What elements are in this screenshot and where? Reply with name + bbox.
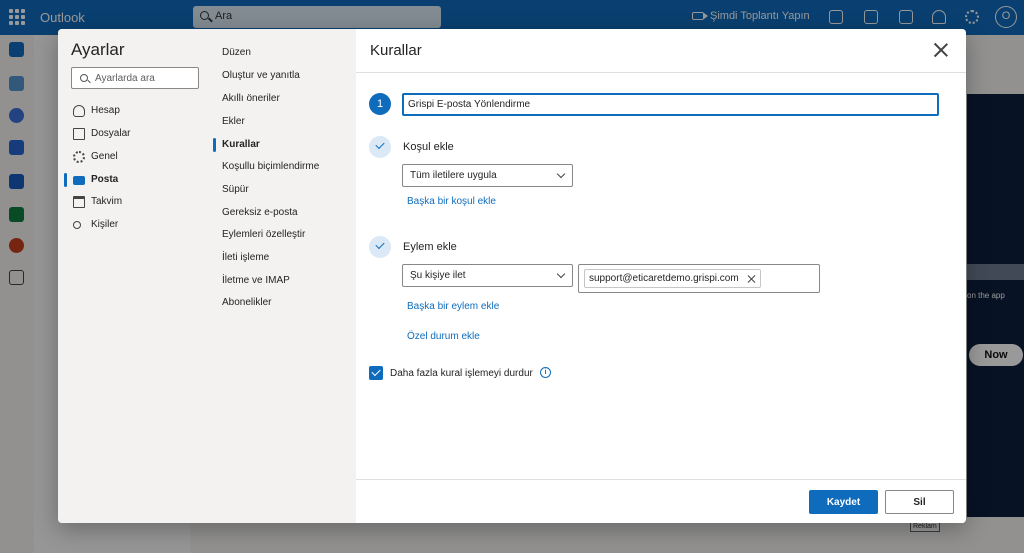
category-people[interactable]: Kişiler <box>58 215 208 235</box>
subcategory-sweep[interactable]: Süpür <box>222 184 249 198</box>
category-label: Takvim <box>91 196 123 207</box>
category-account[interactable]: Hesap <box>58 101 208 121</box>
action-step-check-icon <box>369 236 391 258</box>
settings-title: Ayarlar <box>71 40 125 59</box>
condition-title: Koşul ekle <box>403 141 454 153</box>
rules-title: Kurallar <box>370 42 422 59</box>
condition-selected-value: Tüm iletilere uygula <box>410 170 497 181</box>
recipient-chip: support@eticaretdemo.grispi.com <box>584 269 761 288</box>
person-icon <box>73 105 85 117</box>
category-calendar[interactable]: Takvim <box>58 192 208 212</box>
condition-dropdown[interactable]: Tüm iletilere uygula <box>402 164 573 187</box>
subcategory-message-handling[interactable]: İleti işleme <box>222 252 269 266</box>
people-icon <box>73 221 81 229</box>
subcategory-rules[interactable]: Kurallar <box>213 138 260 153</box>
action-selected-value: Şu kişiye ilet <box>410 270 466 281</box>
action-title: Eylem ekle <box>403 241 457 253</box>
stop-processing-checkbox[interactable] <box>369 366 383 380</box>
mail-icon <box>73 176 85 185</box>
settings-subcategories-pane: Düzen Oluştur ve yanıtla Akıllı öneriler… <box>208 29 356 523</box>
add-exception-link[interactable]: Özel durum ekle <box>407 331 480 342</box>
category-label: Dosyalar <box>91 128 131 139</box>
add-action-link[interactable]: Başka bir eylem ekle <box>407 301 499 312</box>
chevron-down-icon <box>556 269 566 279</box>
category-label: Posta <box>91 174 119 185</box>
add-condition-link[interactable]: Başka bir koşul ekle <box>407 196 496 207</box>
subcategory-subscriptions[interactable]: Abonelikler <box>222 297 271 311</box>
step-number-badge: 1 <box>369 93 391 115</box>
subcategory-attachments[interactable]: Ekler <box>222 116 245 130</box>
recipient-email: support@eticaretdemo.grispi.com <box>589 273 739 284</box>
category-general[interactable]: Genel <box>58 147 208 167</box>
condition-step-check-icon <box>369 136 391 158</box>
remove-recipient-icon[interactable] <box>748 275 756 283</box>
chevron-down-icon <box>556 169 566 179</box>
save-button[interactable]: Kaydet <box>809 490 878 514</box>
rule-name-input[interactable] <box>402 93 939 116</box>
rules-editor-pane: Kurallar 1 Koşul ekle Tüm iletilere uygu… <box>356 29 966 523</box>
search-icon <box>80 74 88 82</box>
subcategory-junk-email[interactable]: Gereksiz e-posta <box>222 207 298 221</box>
delete-button[interactable]: Sil <box>885 490 954 514</box>
subcategory-forwarding-imap[interactable]: İletme ve IMAP <box>222 275 290 289</box>
action-dropdown[interactable]: Şu kişiye ilet <box>402 264 573 287</box>
recipient-field[interactable]: support@eticaretdemo.grispi.com <box>578 264 820 293</box>
subcategory-smart-suggestions[interactable]: Akıllı öneriler <box>222 93 280 107</box>
header-divider <box>356 72 966 73</box>
stop-processing-label[interactable]: Daha fazla kural işlemeyi durdur <box>390 368 533 379</box>
category-label: Kişiler <box>91 219 119 230</box>
subcategory-compose[interactable]: Oluştur ve yanıtla <box>222 70 300 84</box>
subcategory-layout[interactable]: Düzen <box>222 47 251 61</box>
category-files[interactable]: Dosyalar <box>58 124 208 144</box>
info-icon[interactable]: i <box>540 367 551 378</box>
close-icon[interactable] <box>932 41 950 59</box>
category-mail[interactable]: Posta <box>58 170 208 190</box>
category-label: Genel <box>91 151 118 162</box>
settings-search-input[interactable] <box>93 71 193 86</box>
file-icon <box>73 128 85 140</box>
settings-search[interactable] <box>71 67 199 89</box>
settings-categories-pane: Ayarlar Hesap Dosyalar Genel Posta Takvi… <box>58 29 208 523</box>
subcategory-customize-actions[interactable]: Eylemleri özelleştir <box>222 229 305 243</box>
settings-dialog: Ayarlar Hesap Dosyalar Genel Posta Takvi… <box>58 29 966 523</box>
calendar-icon <box>73 196 85 208</box>
category-label: Hesap <box>91 105 120 116</box>
gear-icon <box>73 151 85 163</box>
subcategory-conditional-formatting[interactable]: Koşullu biçimlendirme <box>222 161 319 175</box>
footer-divider <box>356 479 966 480</box>
